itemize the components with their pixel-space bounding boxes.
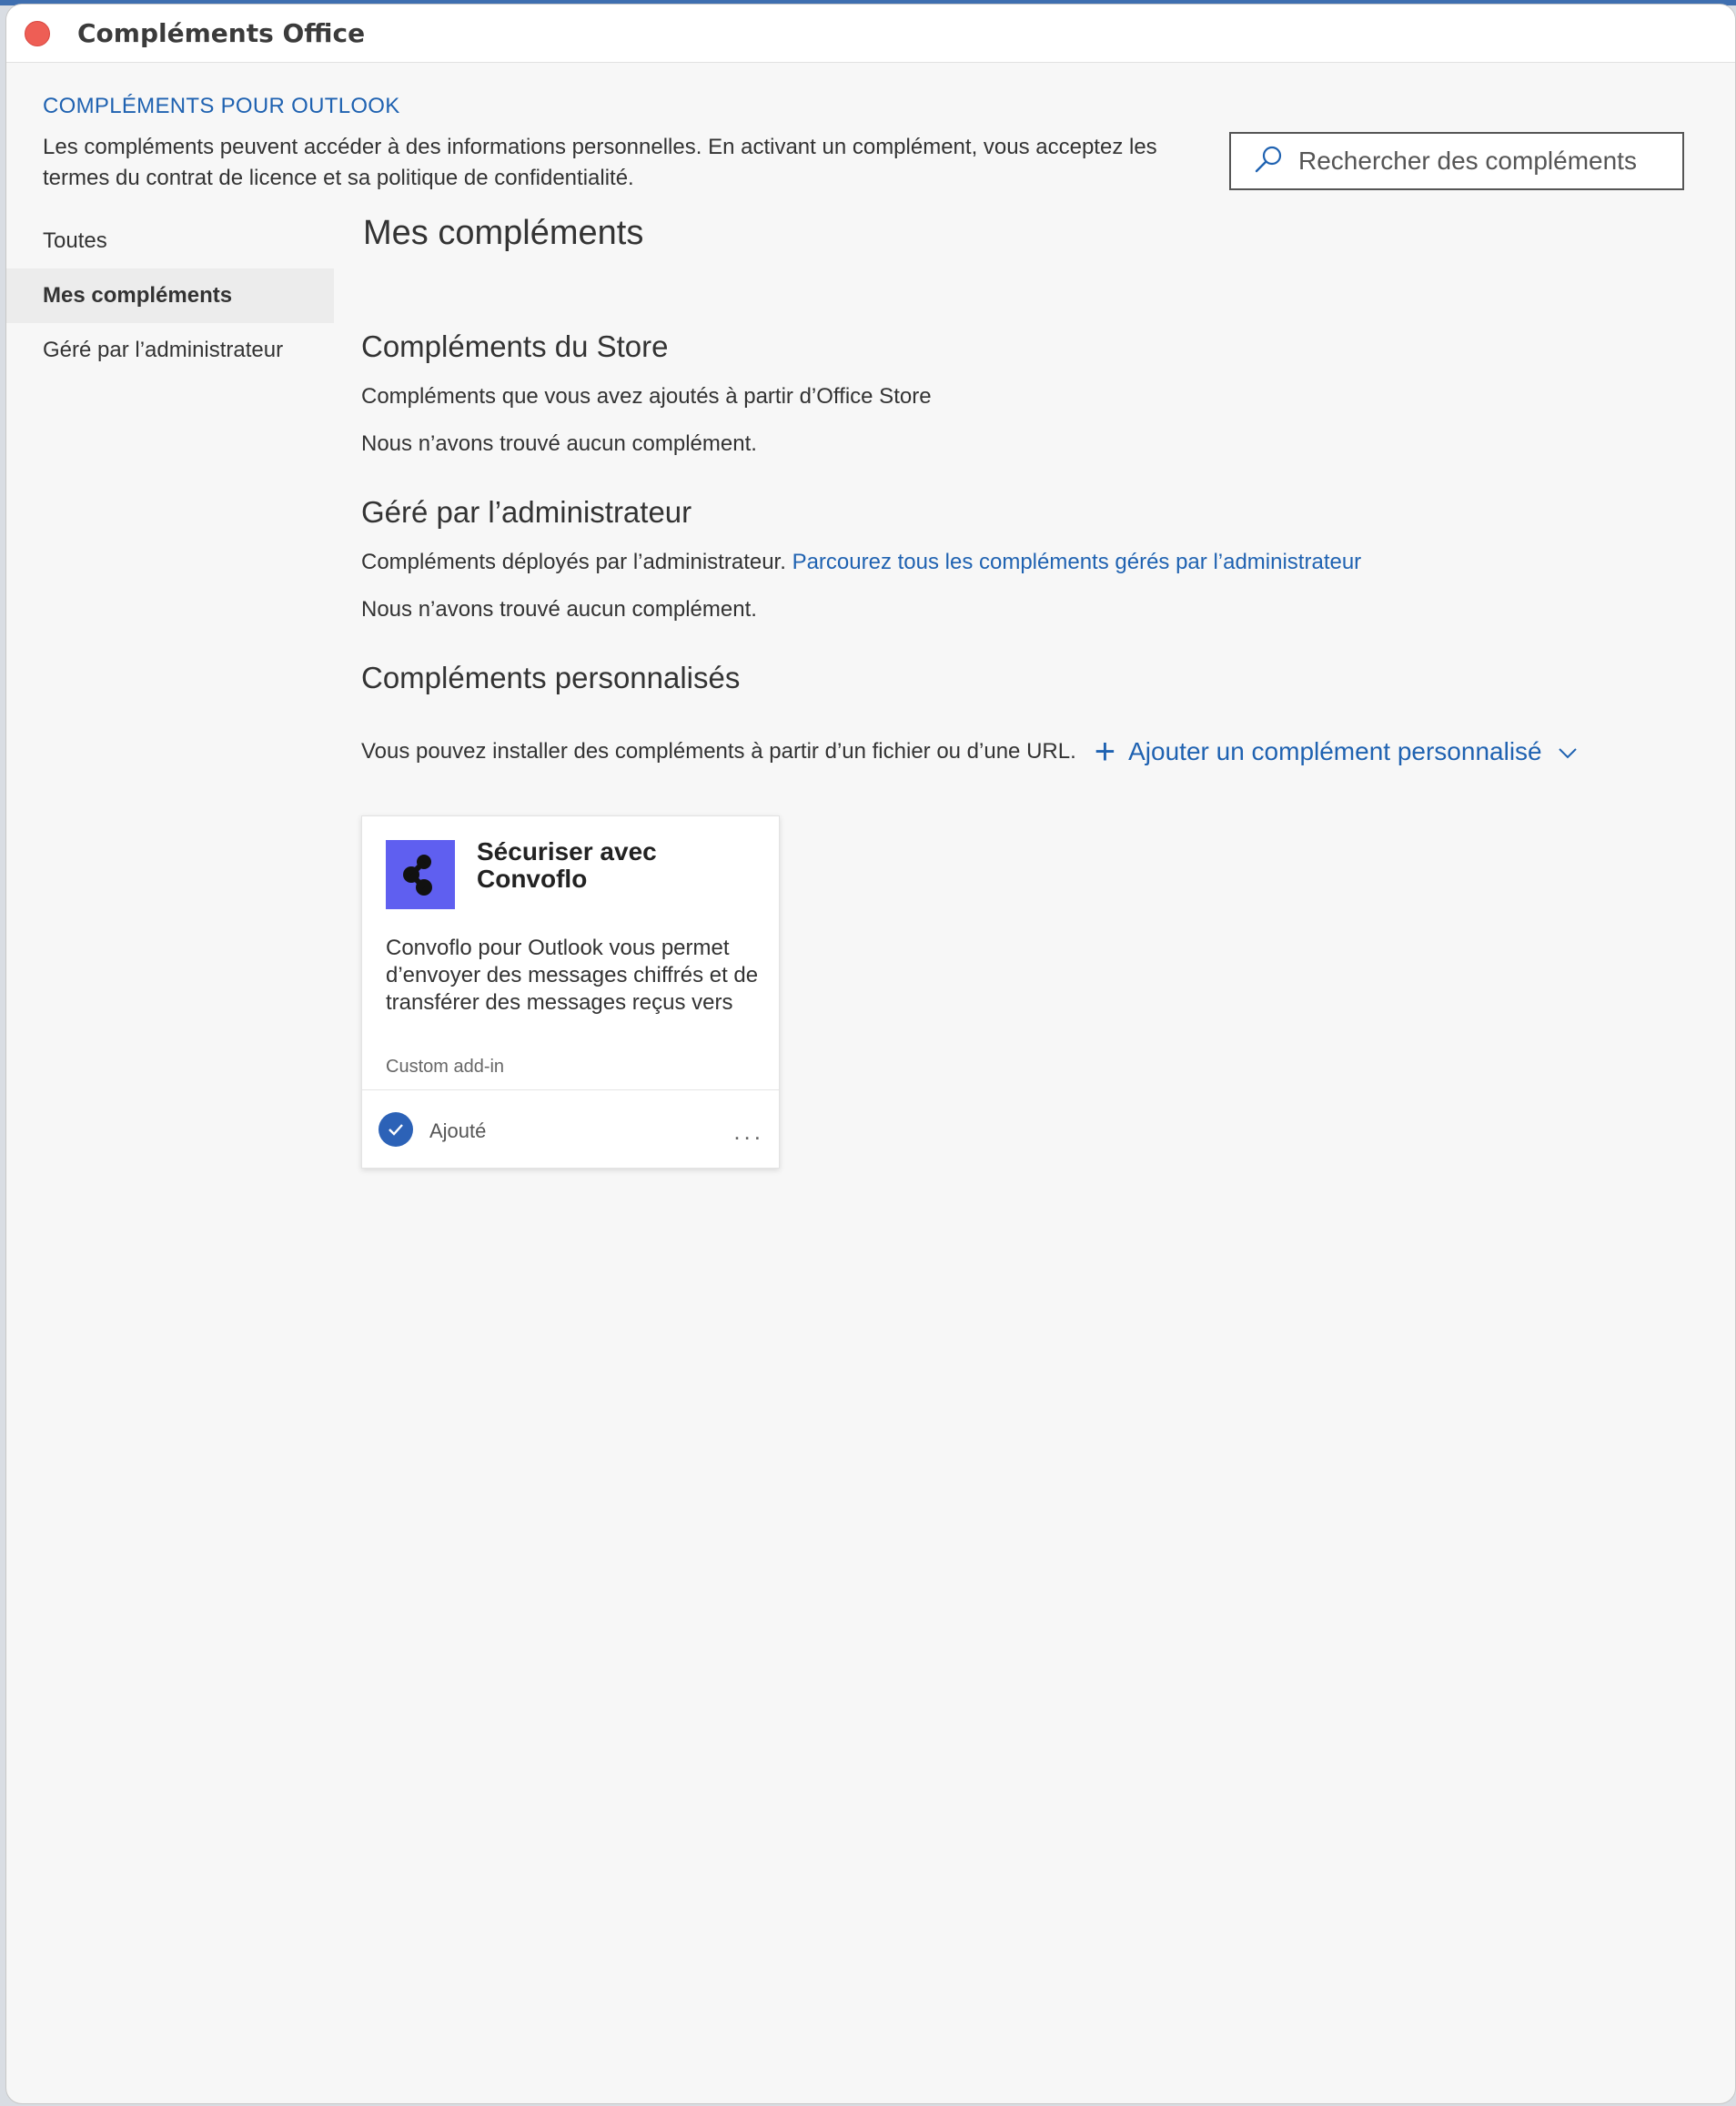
sidebar-item-my-addins[interactable]: Mes compléments xyxy=(6,268,334,323)
addin-card-title: Sécuriser avec Convoflo xyxy=(477,837,657,893)
search-input[interactable]: Rechercher des compléments xyxy=(1229,132,1684,190)
custom-addin-row: Vous pouvez installer des compléments à … xyxy=(361,734,1708,770)
main-content: Mes compléments Compléments du Store Com… xyxy=(361,214,1708,1169)
addin-card[interactable]: Sécuriser avec Convoflo Convoflo pour Ou… xyxy=(361,815,780,1169)
store-section-title: Compléments du Store xyxy=(361,329,669,363)
page-title: Mes compléments xyxy=(363,214,644,252)
store-section-subtitle: Compléments que vous avez ajoutés à part… xyxy=(361,384,932,409)
addin-card-description: Convoflo pour Outlook vous permet d’envo… xyxy=(386,936,759,1018)
browse-admin-addins-link[interactable]: Parcourez tous les compléments gérés par… xyxy=(792,550,1362,574)
addins-kicker: COMPLÉMENTS POUR OUTLOOK xyxy=(43,94,400,118)
custom-section-title: Compléments personnalisés xyxy=(361,661,741,694)
more-options-button[interactable]: ... xyxy=(733,1118,764,1146)
plus-icon: + xyxy=(1094,732,1116,772)
admin-subtitle-text: Compléments déployés par l’administrateu… xyxy=(361,550,786,574)
convoflo-logo xyxy=(386,840,455,909)
addin-status-label: Ajouté xyxy=(429,1119,487,1142)
admin-section-subtitle: Compléments déployés par l’administrateu… xyxy=(361,550,1708,575)
privacy-notice-line1: Les compléments peuvent accéder à des in… xyxy=(43,135,1157,159)
office-addins-dialog: Compléments Office COMPLÉMENTS POUR OUTL… xyxy=(5,4,1736,2104)
chevron-down-icon xyxy=(1557,741,1579,763)
dialog-header: COMPLÉMENTS POUR OUTLOOK Les compléments… xyxy=(43,94,1189,194)
admin-empty-message: Nous n’avons trouvé aucun complément. xyxy=(361,597,757,622)
addin-card-tag: Custom add-in xyxy=(386,1057,505,1077)
close-window-button[interactable] xyxy=(25,20,50,46)
sidebar-nav: Toutes Mes compléments Géré par l’admini… xyxy=(6,214,334,378)
privacy-notice: Les compléments peuvent accéder à des in… xyxy=(43,132,1189,194)
window-title: Compléments Office xyxy=(77,18,366,48)
sidebar-item-admin-managed[interactable]: Géré par l’administrateur xyxy=(6,323,334,378)
add-custom-addin-label: Ajouter un complément personnalisé xyxy=(1128,737,1542,765)
addin-card-footer: Ajouté ... xyxy=(362,1089,779,1168)
custom-section-subtitle: Vous pouvez installer des compléments à … xyxy=(361,739,1076,764)
add-custom-addin-button[interactable]: + Ajouter un complément personnalisé xyxy=(1095,734,1579,770)
store-empty-message: Nous n’avons trouvé aucun complément. xyxy=(361,431,757,456)
search-placeholder: Rechercher des compléments xyxy=(1298,147,1637,175)
privacy-notice-line2: termes du contrat de licence et sa polit… xyxy=(43,166,634,190)
sidebar-item-all[interactable]: Toutes xyxy=(6,214,334,268)
title-bar: Compléments Office xyxy=(6,5,1735,63)
checkmark-icon xyxy=(378,1112,413,1147)
search-icon xyxy=(1253,144,1284,179)
admin-section-title: Géré par l’administrateur xyxy=(361,495,692,529)
